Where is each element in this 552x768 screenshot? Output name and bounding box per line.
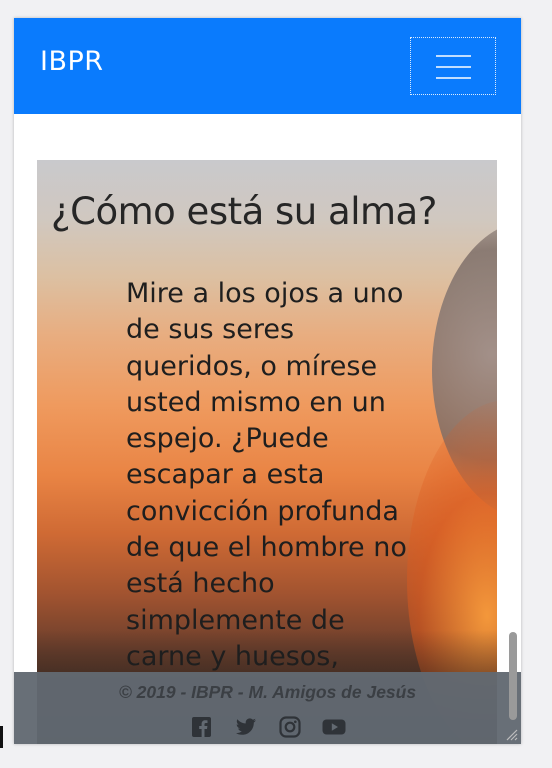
menu-toggle-button[interactable] [410,37,496,95]
hero-title: ¿Cómo está su alma? [51,190,437,233]
resize-grip-icon[interactable] [504,726,518,741]
hero-text: Mire a los ojos a uno de sus seres queri… [126,278,407,672]
social-links [14,716,521,738]
navbar: IBPR [14,18,521,114]
twitter-icon[interactable] [234,716,258,738]
copyright-text: © 2019 - IBPR - M. Amigos de Jesús [118,682,417,702]
brand-link[interactable]: IBPR [40,46,104,77]
instagram-icon[interactable] [278,716,302,738]
hamburger-menu-icon-bar [436,77,471,79]
hamburger-menu-icon [436,55,471,57]
facebook-icon[interactable] [190,716,214,738]
youtube-icon[interactable] [322,716,346,738]
edge-mark [0,726,3,748]
footer: © 2019 - IBPR - M. Amigos de Jesús [14,672,521,744]
hamburger-menu-icon-bar [436,66,471,68]
hero-card: ¿Cómo está su alma? Mire a los ojos a un… [37,160,497,744]
scrollbar-thumb[interactable] [509,632,517,720]
browser-viewport: IBPR ¿Cómo está su alma? Mire a los ojos… [14,18,521,744]
